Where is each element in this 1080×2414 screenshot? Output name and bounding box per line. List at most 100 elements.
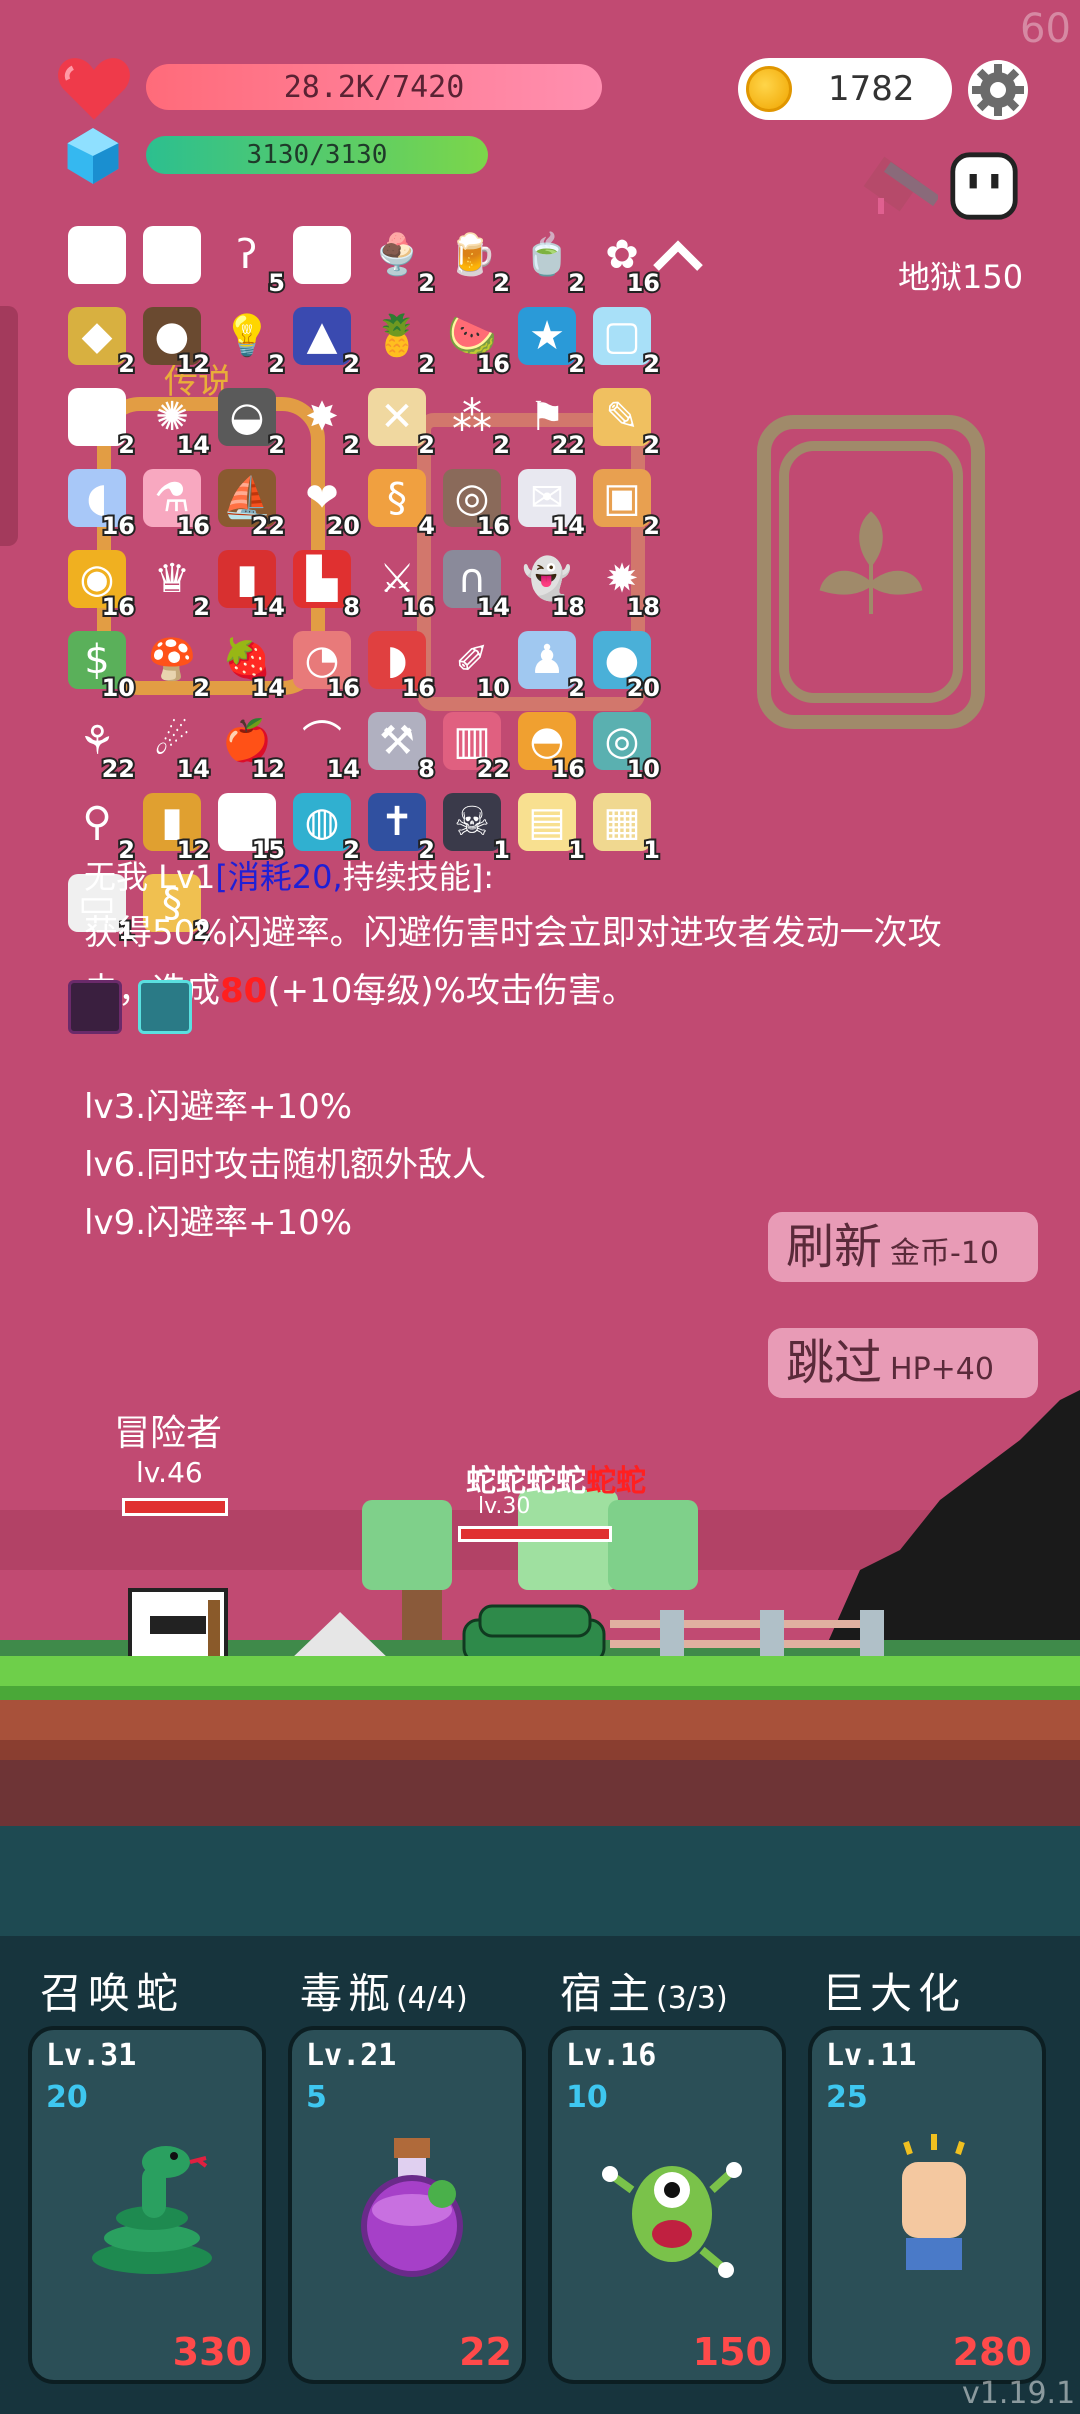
inventory-item-pill[interactable]: ◖ 16 — [64, 465, 139, 546]
inventory-item-watermelon[interactable]: 🍉 16 — [439, 303, 514, 384]
inventory-item-scroll[interactable]: § 4 — [364, 465, 439, 546]
butcher-axe-icon[interactable] — [858, 146, 938, 226]
skill-level-line: lv9.闪避率+10% — [84, 1203, 353, 1243]
inventory-item-tea-cup[interactable]: 🍵 2 — [514, 222, 589, 303]
inventory-item-crown[interactable]: ♛ 2 — [139, 546, 214, 627]
inventory-item-shield-ring[interactable]: ◎ 16 — [439, 465, 514, 546]
card-cost: 10 — [566, 2080, 608, 2115]
inventory-item-star-card[interactable]: ★ 2 — [514, 303, 589, 384]
inventory-item-coconut[interactable]: ● 12 — [139, 303, 214, 384]
inventory-item-ice-cream[interactable]: 🍨 2 — [364, 222, 439, 303]
inventory-item-red-book[interactable]: ▮ 14 — [214, 546, 289, 627]
inventory-item-flag-hill[interactable]: ⚑ 22 — [514, 384, 589, 465]
inventory-item-potion-bottle[interactable]: ⚗ 16 — [139, 465, 214, 546]
inventory-item-envelope-card[interactable]: ✉ — [139, 222, 214, 303]
inventory-item-tulip[interactable]: ⚘ 22 — [64, 708, 139, 789]
item-count: 2 — [191, 672, 212, 704]
card-cost: 20 — [46, 2080, 88, 2115]
item-count: 2 — [266, 348, 287, 380]
inventory-item-ship[interactable]: ⛵ 22 — [214, 465, 289, 546]
item-count: 14 — [175, 753, 212, 785]
lamp-relic-icon[interactable] — [138, 980, 192, 1034]
inventory-item-strawberry[interactable]: 🍓 14 — [214, 627, 289, 708]
inventory-item-pineapple-shell[interactable]: ◆ 2 — [64, 303, 139, 384]
inventory-item-mail[interactable]: ✉ 14 — [514, 465, 589, 546]
inventory-item-treasure-map[interactable]: ✕ 2 — [364, 384, 439, 465]
inventory-item-spike-ball[interactable]: ✸ 2 — [289, 384, 364, 465]
inventory-item-double-axe[interactable]: ⚒ 8 — [364, 708, 439, 789]
item-count: 16 — [400, 672, 437, 704]
item-count: 2 — [566, 672, 587, 704]
inventory-item-coins[interactable]: ◉ 16 — [64, 546, 139, 627]
inventory-item-briefcase[interactable]: ▣ 2 — [589, 465, 664, 546]
inventory-item-jam-jar[interactable]: ▥ 22 — [439, 708, 514, 789]
skill-card-host[interactable]: Lv.16 10 150 — [548, 2026, 786, 2384]
hero-name: 冒险者 — [114, 1413, 223, 1454]
card-price: 280 — [952, 2330, 1032, 2374]
empty-relic-slot[interactable] — [756, 414, 986, 730]
inventory-item-sunflower[interactable]: ✺ 14 — [139, 384, 214, 465]
item-count: 16 — [100, 510, 137, 542]
item-count: 2 — [341, 348, 362, 380]
inventory-item-tombstone[interactable]: ∩ 14 — [439, 546, 514, 627]
item-count: 10 — [625, 753, 662, 785]
fist-icon — [902, 2134, 966, 2270]
card-cost: 25 — [826, 2080, 868, 2115]
skill-charges: (3/3) — [656, 1981, 728, 2016]
world-map-icon: ▦ — [593, 793, 651, 851]
item-count: 2 — [266, 429, 287, 461]
inventory-item-ghost[interactable]: 👻 18 — [514, 546, 589, 627]
inventory-item-mace[interactable]: ✹ 18 — [589, 546, 664, 627]
inventory-item-envelope-card[interactable]: ✉ — [64, 222, 139, 303]
skill-card-giant[interactable]: Lv.11 25 280 — [808, 2026, 1046, 2384]
poison-flask-icon — [361, 2138, 463, 2277]
inventory-item-donut[interactable]: ◎ 10 — [589, 708, 664, 789]
inventory-item-world-map[interactable]: ▦ 1 — [589, 789, 664, 870]
refresh-button[interactable]: 刷新 金币-10 — [768, 1212, 1038, 1282]
inventory-item-bread[interactable]: ◓ 16 — [514, 708, 589, 789]
skill-card-summon-snake[interactable]: Lv.31 20 330 — [28, 2026, 266, 2384]
inventory-item-wizard-hat[interactable]: ▲ 2 — [289, 303, 364, 384]
monster-portrait-icon[interactable] — [68, 980, 122, 1034]
inventory-item-apple[interactable]: 🍎 12 — [214, 708, 289, 789]
enemy-hp-bar — [458, 1526, 612, 1542]
settings-gear-icon[interactable] — [966, 58, 1030, 122]
inventory-item-meat[interactable]: ◔ 16 — [289, 627, 364, 708]
inventory-item-envelope-card[interactable]: ✉ — [289, 222, 364, 303]
envelope-card-icon: ✉ — [143, 226, 201, 284]
inventory-item-hook[interactable]: ʔ5 — [214, 222, 289, 303]
inventory-item-recipe[interactable]: ✎ 2 — [589, 384, 664, 465]
inventory-item-rainbow[interactable]: ⌒ 14 — [289, 708, 364, 789]
parasite-monster-icon — [602, 2162, 742, 2278]
inventory-item-heart[interactable]: ❤ 20 — [289, 465, 364, 546]
inventory-item-flail[interactable]: ☄ 14 — [139, 708, 214, 789]
inventory-item-syringe[interactable]: ✐ 10 — [439, 627, 514, 708]
inventory-item-map[interactable]: ▤ 1 — [514, 789, 589, 870]
inventory-item-bomb-potion[interactable]: ● 20 — [589, 627, 664, 708]
water-strip — [0, 1826, 1080, 1936]
skill-desc-number: 80 — [220, 971, 268, 1011]
inventory-item-molecule[interactable]: ⁂ 2 — [439, 384, 514, 465]
collapse-chevron-icon[interactable] — [650, 236, 706, 276]
inventory-item-capsule[interactable]: ◗ 16 — [364, 627, 439, 708]
inventory-item-playing-card[interactable]: ♠ 2 — [64, 384, 139, 465]
inventory-item-beer[interactable]: 🍺 2 — [439, 222, 514, 303]
inventory-item-mushroom[interactable]: 🍄 2 — [139, 627, 214, 708]
inventory-item-cash[interactable]: $10 — [64, 627, 139, 708]
inventory-item-pineapple[interactable]: 🍍 2 — [364, 303, 439, 384]
side-drawer-handle[interactable] — [0, 306, 18, 546]
inventory-item-bulb[interactable]: 💡 2 — [214, 303, 289, 384]
skill-title-text: 宿主 — [560, 1969, 657, 2018]
refresh-label: 刷新 — [786, 1219, 883, 1275]
skill-card-poison-bottle[interactable]: Lv.21 5 22 — [288, 2026, 526, 2384]
item-count: 20 — [625, 672, 662, 704]
item-count: 12 — [175, 348, 212, 380]
inventory-item-sock[interactable]: ▙ 8 — [289, 546, 364, 627]
inventory-item-robe[interactable]: ♟ 2 — [514, 627, 589, 708]
ghost-companion-icon[interactable] — [948, 150, 1020, 222]
inventory-item-mortar[interactable]: ◒ 2 — [214, 384, 289, 465]
card-level: Lv.21 — [306, 2038, 397, 2073]
item-count: 2 — [416, 267, 437, 299]
inventory-item-sword[interactable]: ⚔ 16 — [364, 546, 439, 627]
inventory-item-ice-block[interactable]: ▢ 2 — [589, 303, 664, 384]
